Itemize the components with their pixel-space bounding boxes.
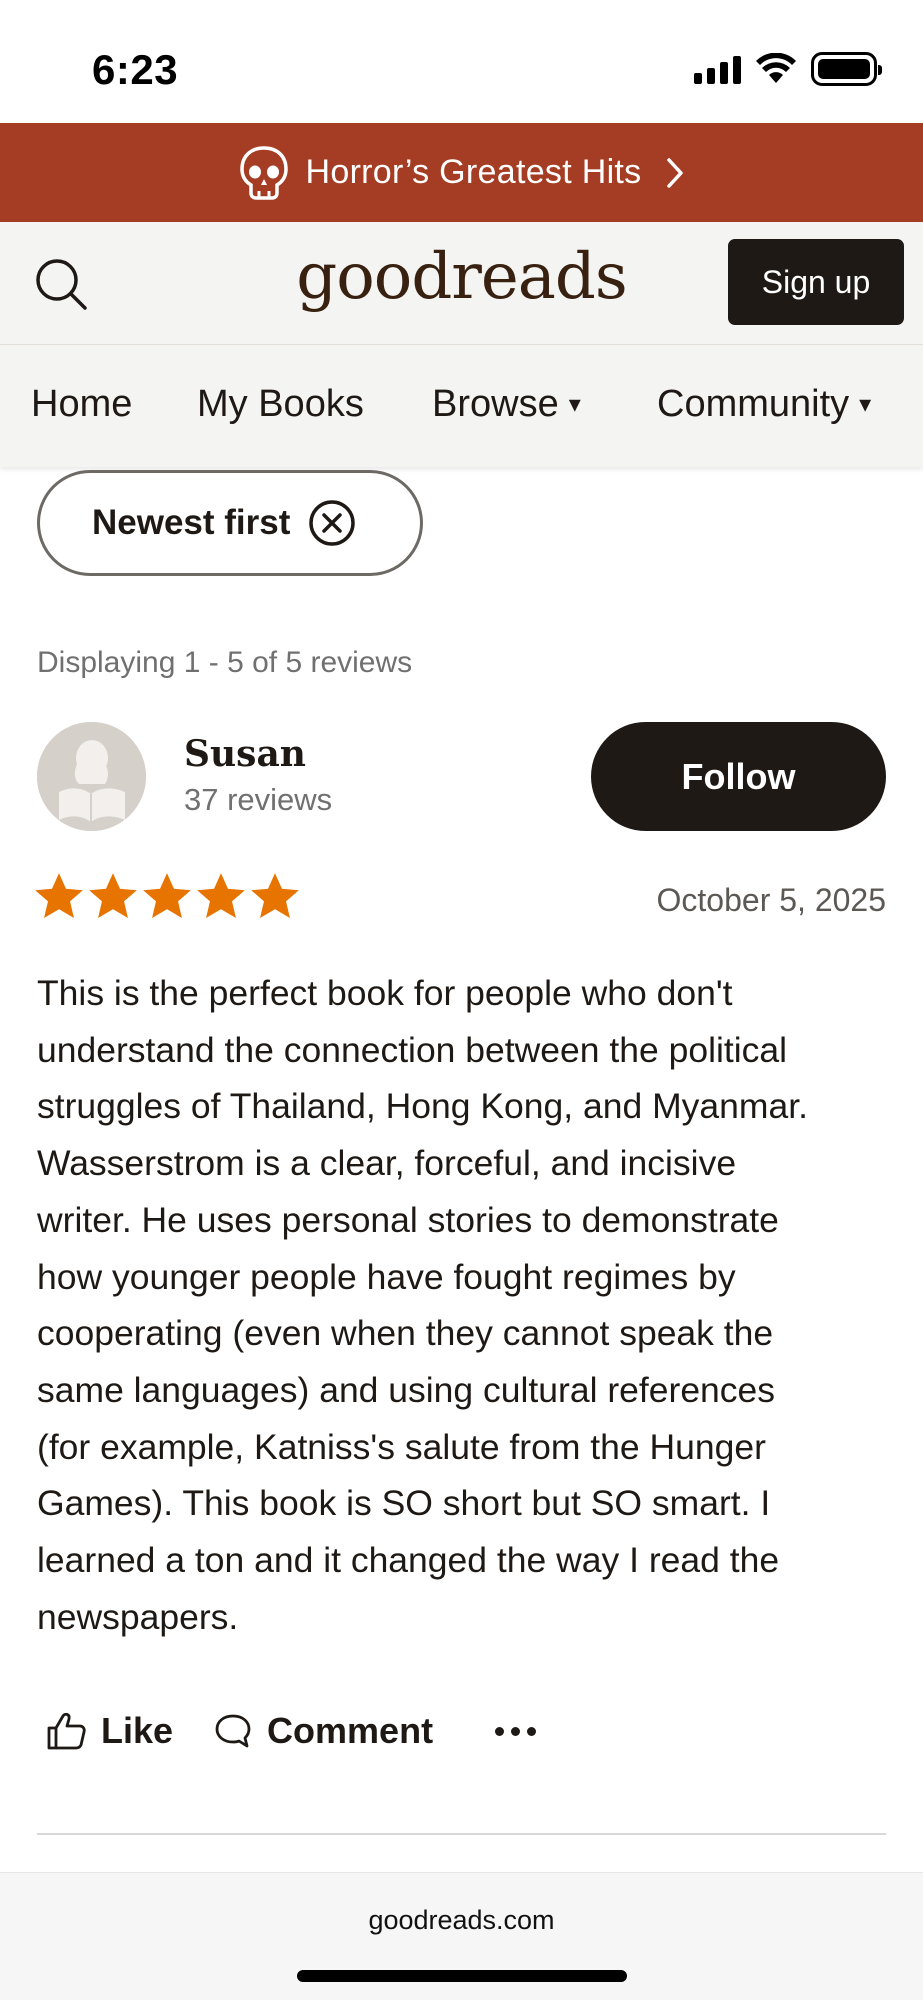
star-icon [251, 873, 299, 919]
sign-up-button[interactable]: Sign up [728, 239, 904, 325]
sort-filter-label: Newest first [92, 503, 291, 542]
review-text-line: how younger people have fought regimes b… [37, 1256, 736, 1297]
browser-bottom-bar: goodreads.com [0, 1872, 923, 2000]
clear-filter-icon[interactable] [308, 499, 356, 547]
more-options-icon[interactable] [495, 1726, 537, 1736]
star-icon [89, 873, 137, 919]
comment-icon [215, 1714, 251, 1748]
cellular-signal-icon [694, 54, 741, 84]
skull-icon [239, 145, 288, 200]
nav-item-home[interactable]: Home [31, 383, 132, 426]
sort-filter-chip[interactable]: Newest first [37, 470, 423, 576]
review-text-line: This is the perfect book for people who … [37, 973, 733, 1013]
review-date[interactable]: October 5, 2025 [657, 882, 886, 919]
wifi-icon [756, 53, 796, 83]
caret-down-icon: ▾ [859, 391, 872, 418]
reviewer-avatar[interactable] [37, 722, 146, 831]
default-avatar-icon [37, 722, 146, 831]
status-bar: 6:23 [0, 0, 923, 123]
star-icon [197, 873, 245, 919]
nav-item-community[interactable]: Community ▾ [657, 383, 871, 426]
site-header: goodreads Sign up [0, 222, 923, 345]
review-text-line: (for example, Katniss's salute from the … [37, 1426, 766, 1467]
comment-label: Comment [267, 1710, 434, 1751]
like-button[interactable]: Like [45, 1710, 173, 1752]
review-text-line: writer. He uses personal stories to demo… [37, 1199, 779, 1240]
thumbs-up-icon [47, 1712, 86, 1750]
home-indicator[interactable] [297, 1970, 627, 1982]
reviewer-reviews-count: 37 reviews [184, 782, 333, 817]
review-text-line: newspapers. [37, 1596, 239, 1637]
review-actions: Like Comment [37, 1710, 537, 1752]
star-rating [34, 872, 300, 922]
like-label: Like [101, 1710, 174, 1751]
star-icon [35, 873, 83, 919]
promo-label: Horror’s Greatest Hits [305, 153, 642, 191]
star-icon [143, 873, 191, 919]
main-nav: Home My Books Browse ▾ Community ▾ [0, 345, 923, 467]
nav-item-my-books[interactable]: My Books [197, 383, 364, 426]
nav-item-browse[interactable]: Browse ▾ [432, 383, 581, 426]
status-time: 6:23 [92, 46, 179, 93]
battery-icon [811, 52, 882, 86]
review-text-line: struggles of Thailand, Hong Kong, and My… [37, 1086, 808, 1127]
review-text-line: cooperating (even when they cannot speak… [37, 1313, 774, 1354]
review-divider [37, 1833, 886, 1835]
review-text-line: same languages) and using cultural refer… [37, 1369, 776, 1410]
review-text: This is the perfect book for people who … [37, 965, 892, 1645]
comment-button[interactable]: Comment [213, 1710, 433, 1752]
review-text-line: Wasserstrom is a clear, forceful, and in… [37, 1143, 737, 1184]
review-text-line: Games). This book is SO short but SO sma… [37, 1483, 771, 1524]
promo-banner[interactable]: Horror’s Greatest Hits [0, 123, 923, 222]
chevron-right-icon [667, 157, 684, 188]
status-icons [694, 52, 882, 86]
review-text-line: understand the connection between the po… [37, 1029, 787, 1070]
reviewer-name[interactable]: Susan [184, 733, 306, 775]
url-bar[interactable]: goodreads.com [0, 1905, 923, 1936]
reviews-count: Displaying 1 - 5 of 5 reviews [37, 646, 413, 679]
review-text-line: learned a ton and it changed the way I r… [37, 1540, 780, 1581]
caret-down-icon: ▾ [568, 391, 581, 418]
follow-button[interactable]: Follow [591, 722, 886, 831]
